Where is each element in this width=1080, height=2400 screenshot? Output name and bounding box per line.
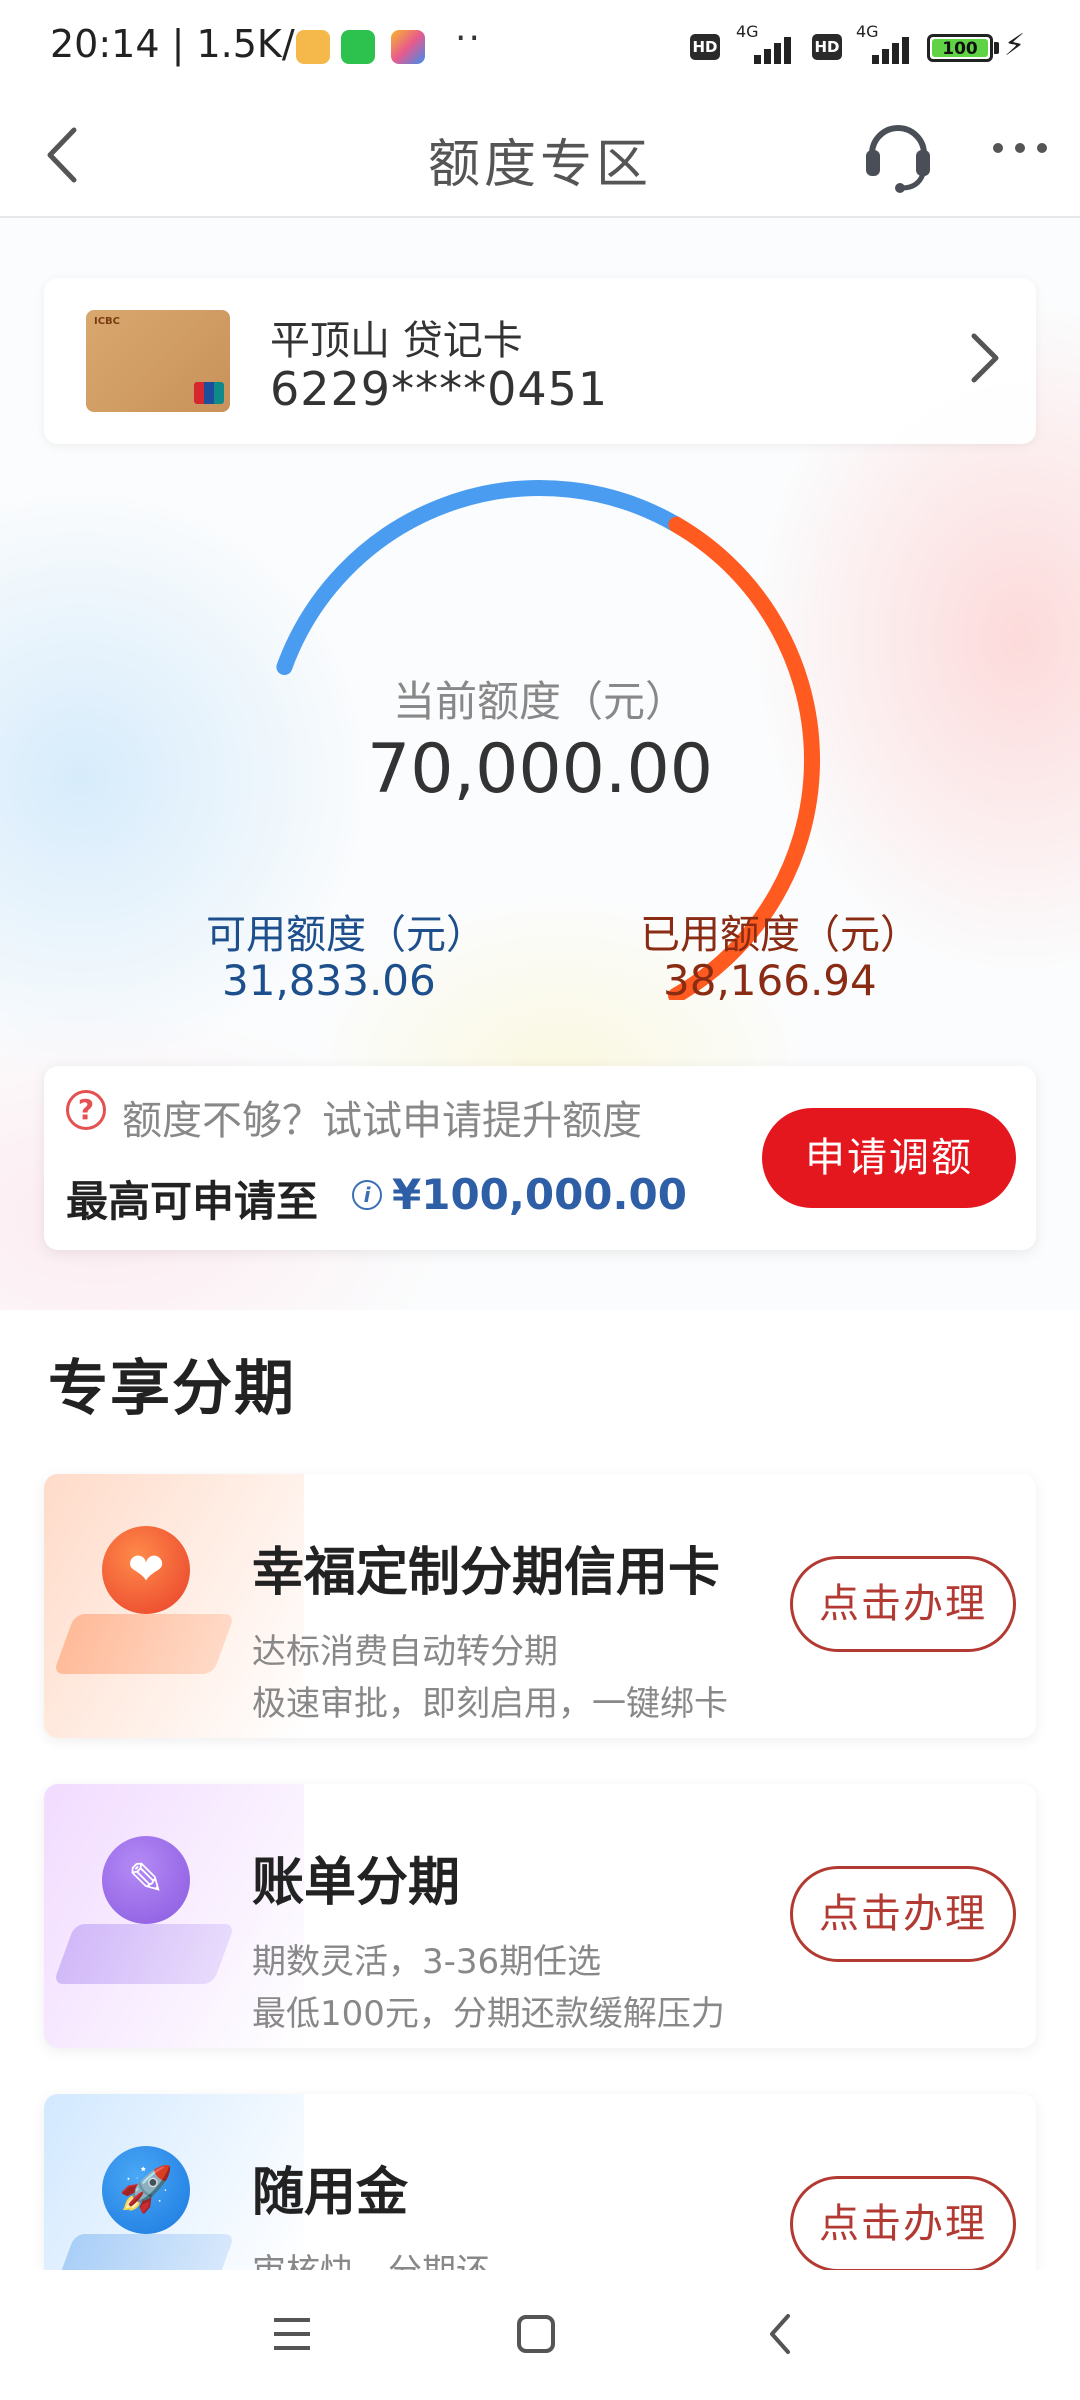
current-limit-label: 当前额度（元） (392, 677, 687, 726)
section-title: 专享分期 (48, 1354, 296, 1424)
info-icon[interactable]: i (352, 1180, 382, 1210)
system-nav-bar (0, 2270, 1080, 2400)
available-limit-value: 31,833.06 (222, 956, 436, 1005)
installment-card-cash[interactable]: 🚀 随用金 审核快，分期还 点击办理 (44, 2094, 1036, 2270)
apply-button[interactable]: 点击办理 (790, 1866, 1016, 1962)
item-desc: 极速审批，即刻启用，一键绑卡 (252, 1684, 728, 1724)
back-icon[interactable] (766, 2312, 796, 2356)
home-icon[interactable] (516, 2314, 556, 2354)
max-limit-label: 最高可申请至 (66, 1177, 319, 1226)
raise-limit-card: ? 额度不够？试试申请提升额度 最高可申请至 i ¥100,000.00 申请调… (44, 1066, 1036, 1250)
used-limit-value: 38,166.94 (663, 956, 877, 1005)
apply-button[interactable]: 点击办理 (790, 1556, 1016, 1652)
item-title: 幸福定制分期信用卡 (252, 1543, 721, 1603)
item-title: 账单分期 (252, 1853, 461, 1913)
pencil-icon: ✎ (102, 1836, 190, 1924)
menu-icon[interactable] (272, 2314, 312, 2354)
max-limit-amount: ¥100,000.00 (392, 1170, 687, 1219)
item-desc: 审核快，分期还 (252, 2244, 490, 2270)
apply-raise-button[interactable]: 申请调额 (762, 1108, 1016, 1208)
heart-icon: ❤ (102, 1526, 190, 1614)
item-desc: 达标消费自动转分期 (252, 1632, 558, 1672)
raise-tip: 额度不够？试试申请提升额度 (122, 1098, 642, 1144)
used-limit-label: 已用额度（元） (640, 912, 920, 958)
current-limit-value: 70,000.00 (366, 730, 714, 809)
available-limit-label: 可用额度（元） (206, 912, 486, 958)
limit-gauge (276, 480, 821, 1000)
apply-button[interactable]: 点击办理 (790, 2176, 1016, 2270)
installment-card-happiness[interactable]: ❤ 幸福定制分期信用卡 达标消费自动转分期 极速审批，即刻启用，一键绑卡 点击办… (44, 1474, 1036, 1738)
item-desc: 最低100元，分期还款缓解压力 (252, 1994, 725, 2034)
item-desc: 期数灵活，3-36期任选 (252, 1942, 602, 1982)
item-title: 随用金 (252, 2163, 409, 2223)
question-icon: ? (66, 1090, 106, 1130)
rocket-icon: 🚀 (102, 2146, 190, 2234)
gauge-available-arc (276, 480, 685, 675)
installment-card-bill[interactable]: ✎ 账单分期 期数灵活，3-36期任选 最低100元，分期还款缓解压力 点击办理 (44, 1784, 1036, 2048)
